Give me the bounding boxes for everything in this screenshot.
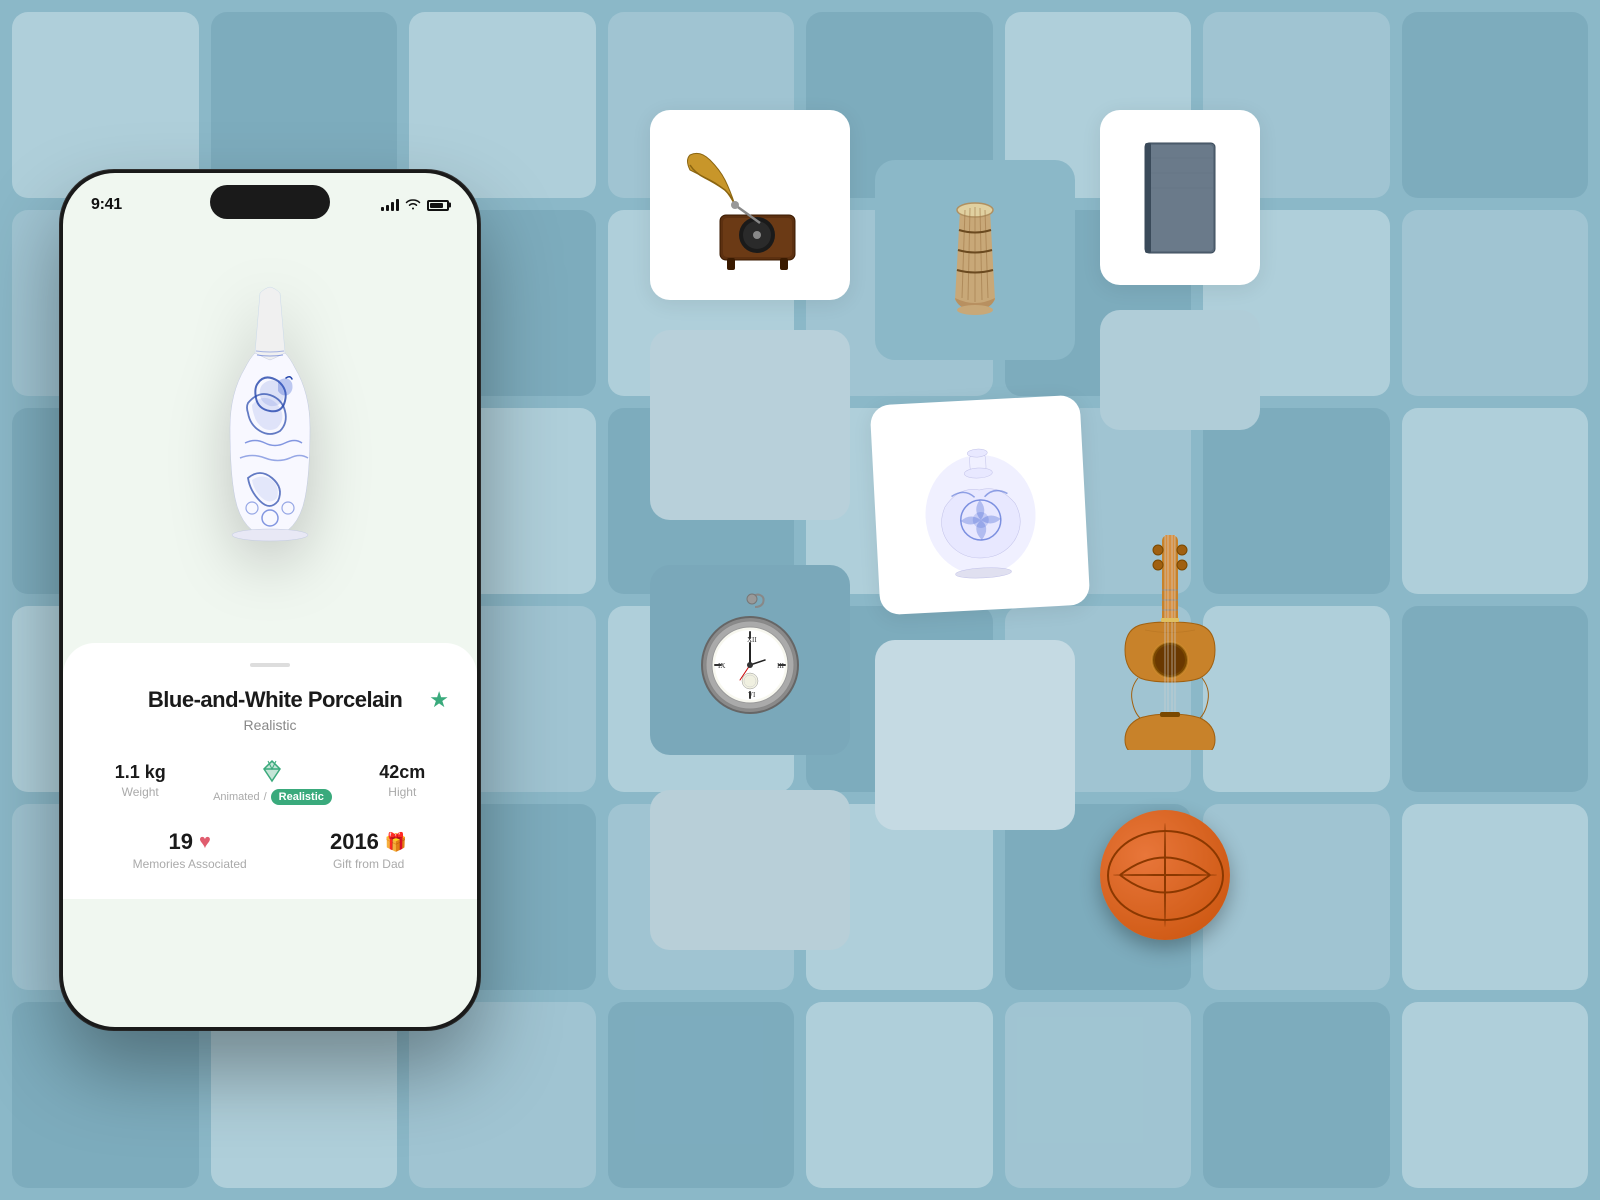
weight-value: 1.1 kg bbox=[115, 762, 166, 783]
signal-icon bbox=[381, 199, 399, 211]
watch-image: XII VI IX III bbox=[685, 585, 815, 735]
mode-separator: / bbox=[264, 791, 267, 803]
item-subtitle: Realistic bbox=[91, 717, 449, 733]
info-panel: Blue-and-White Porcelain ★ Realistic 1.1… bbox=[63, 643, 477, 899]
drag-handle bbox=[250, 663, 290, 667]
phone-mockup: 9:41 bbox=[60, 170, 480, 1030]
animated-label: Animated bbox=[213, 791, 259, 803]
vase2-image bbox=[896, 421, 1064, 589]
items-grid: XII VI IX III bbox=[580, 0, 1600, 1200]
main-content: 9:41 bbox=[0, 0, 1600, 1200]
notebook-card[interactable] bbox=[1100, 110, 1260, 285]
vase-image bbox=[160, 263, 380, 623]
empty-card-2 bbox=[1100, 310, 1260, 430]
empty-card-1 bbox=[650, 330, 850, 520]
gift-icon: 🎁 bbox=[385, 832, 407, 853]
height-value: 42cm bbox=[379, 762, 425, 783]
item-title: Blue-and-White Porcelain bbox=[148, 687, 402, 713]
memories-label: Memories Associated bbox=[133, 857, 247, 871]
wifi-icon bbox=[405, 198, 421, 213]
weight-label: Weight bbox=[122, 785, 159, 799]
battery-icon bbox=[427, 200, 449, 211]
heart-icon: ♥ bbox=[199, 831, 211, 854]
height-stat: 42cm Hight bbox=[379, 762, 425, 801]
gramophone-image bbox=[675, 135, 825, 275]
drum-card[interactable] bbox=[875, 160, 1075, 360]
realistic-button[interactable]: Realistic bbox=[271, 789, 332, 805]
year-number-row: 2016 🎁 bbox=[330, 829, 407, 855]
ukulele-card[interactable] bbox=[1100, 530, 1260, 760]
vase-display-area bbox=[63, 223, 477, 643]
height-label: Hight bbox=[388, 785, 416, 799]
year-value: 2016 bbox=[330, 829, 379, 855]
favorite-star-icon[interactable]: ★ bbox=[429, 687, 449, 713]
diamond-icon bbox=[258, 757, 286, 785]
empty-card-3 bbox=[875, 640, 1075, 830]
svg-text:IX: IX bbox=[718, 662, 725, 670]
svg-text:XII: XII bbox=[747, 636, 757, 644]
memories-stat: 19 ♥ Memories Associated bbox=[133, 829, 247, 871]
status-icons bbox=[381, 198, 449, 213]
empty-card-4 bbox=[650, 790, 850, 950]
stats-row: 1.1 kg Weight A bbox=[91, 757, 449, 805]
mode-stat: Animated / Realistic bbox=[213, 757, 332, 805]
basketball-card[interactable] bbox=[1100, 810, 1270, 980]
weight-stat: 1.1 kg Weight bbox=[115, 762, 166, 801]
status-time: 9:41 bbox=[91, 196, 122, 214]
year-label: Gift from Dad bbox=[330, 857, 407, 871]
ukulele-image bbox=[1100, 530, 1240, 750]
item-title-row: Blue-and-White Porcelain ★ bbox=[91, 687, 449, 713]
dynamic-island bbox=[210, 185, 330, 219]
memories-count: 19 bbox=[168, 829, 192, 855]
phone-screen: 9:41 bbox=[63, 173, 477, 1027]
vase2-card[interactable] bbox=[870, 395, 1091, 616]
phone-frame: 9:41 bbox=[60, 170, 480, 1030]
drum-image bbox=[915, 180, 1035, 340]
memories-number-row: 19 ♥ bbox=[133, 829, 247, 855]
year-stat: 2016 🎁 Gift from Dad bbox=[330, 829, 407, 871]
gramophone-card[interactable] bbox=[650, 110, 850, 300]
memories-row: 19 ♥ Memories Associated 2016 🎁 Gift fro… bbox=[91, 829, 449, 871]
basketball-image bbox=[1100, 810, 1230, 940]
watch-card[interactable]: XII VI IX III bbox=[650, 565, 850, 755]
notebook-image bbox=[1135, 138, 1225, 258]
svg-text:VI: VI bbox=[748, 691, 756, 699]
svg-text:III: III bbox=[777, 662, 785, 670]
